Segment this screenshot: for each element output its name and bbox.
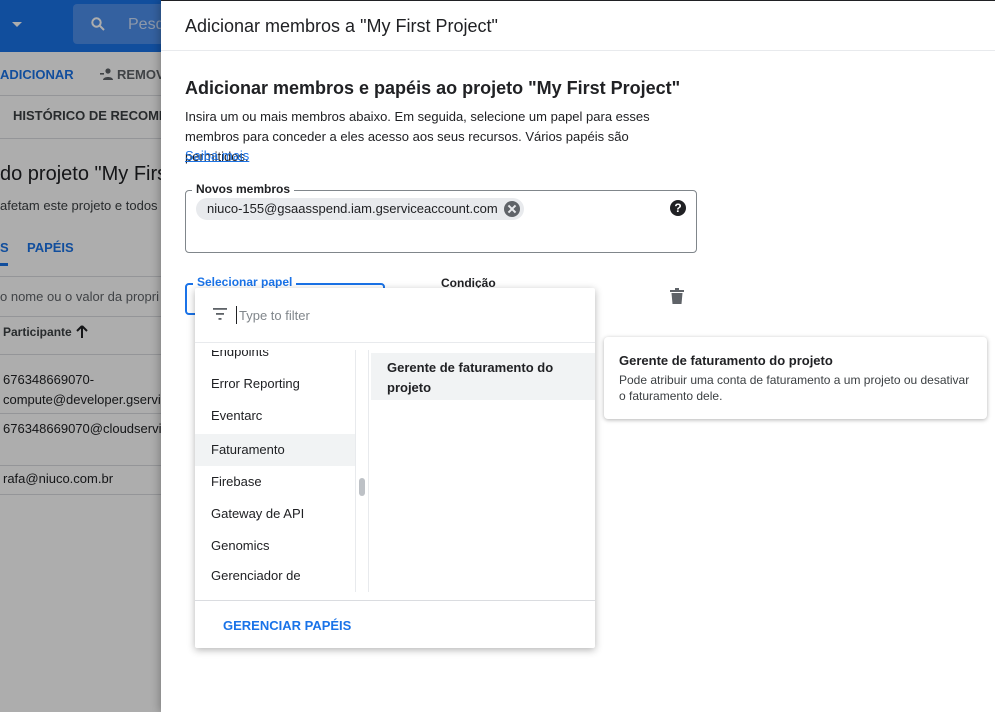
scrollbar-thumb[interactable] (359, 478, 365, 496)
help-icon[interactable]: ? (670, 200, 686, 216)
panel-header: Adicionar membros a "My First Project" (161, 1, 995, 51)
remove-chip-icon[interactable] (503, 201, 520, 217)
intro-text: Insira um ou mais membros abaixo. Em seg… (185, 109, 650, 164)
category-item[interactable]: Firebase (195, 466, 355, 498)
category-item[interactable]: Gateway de API (195, 498, 355, 530)
role-dropdown: Endpoints Error Reporting Eventarc Fatur… (195, 288, 595, 648)
category-item[interactable]: Gerenciador de (195, 560, 355, 592)
category-item[interactable]: Endpoints (195, 350, 355, 368)
dropdown-footer: GERENCIAR PAPÉIS (195, 600, 595, 648)
role-filter-input[interactable] (236, 306, 576, 324)
select-role-label: Selecionar papel (193, 275, 297, 289)
manage-roles-button[interactable]: GERENCIAR PAPÉIS (223, 618, 351, 633)
role-description-tooltip: Gerente de faturamento do projeto Pode a… (604, 337, 987, 419)
category-item-selected[interactable]: Faturamento (195, 434, 355, 466)
filter-icon (213, 308, 227, 320)
new-members-label: Novos membros (192, 182, 295, 196)
member-chip[interactable]: niuco-155@gsaasspend.iam.gserviceaccount… (196, 198, 524, 220)
member-chip-label: niuco-155@gsaasspend.iam.gserviceaccount… (207, 201, 498, 216)
panel-title: Adicionar membros a "My First Project" (185, 16, 498, 36)
tooltip-text: Pode atribuir uma conta de faturamento a… (619, 373, 970, 403)
role-item[interactable]: Gerente de faturamento do projeto (371, 353, 595, 400)
trash-icon[interactable] (670, 288, 684, 304)
tooltip-title: Gerente de faturamento do projeto (619, 353, 833, 368)
category-scrollbar[interactable] (355, 350, 369, 592)
category-item[interactable]: Error Reporting (195, 368, 355, 400)
role-filter-row (195, 288, 595, 343)
category-item[interactable]: Genomics (195, 530, 355, 562)
section-title: Adicionar membros e papéis ao projeto "M… (185, 78, 681, 98)
category-list: Endpoints Error Reporting Eventarc Fatur… (195, 350, 355, 592)
new-members-field[interactable]: Novos membros niuco-155@gsaasspend.iam.g… (185, 182, 697, 253)
category-item[interactable]: Eventarc (195, 400, 355, 432)
role-list: Gerente de faturamento do projeto (371, 350, 595, 592)
learn-more-link[interactable]: Saiba mais (185, 148, 249, 163)
